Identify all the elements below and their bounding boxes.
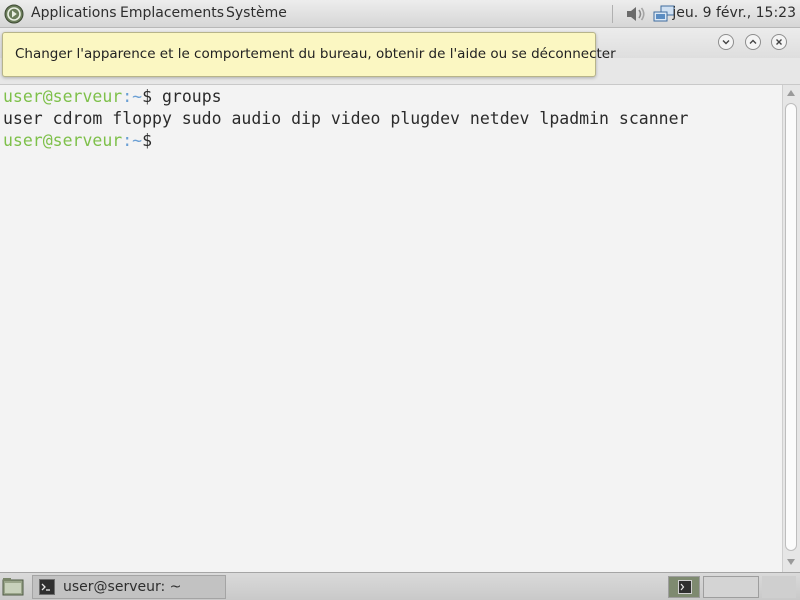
chevron-up-icon: [749, 39, 757, 44]
terminal-output[interactable]: user@serveur:~$ groups user cdrom floppy…: [0, 85, 782, 572]
taskbar-window-button[interactable]: user@serveur: ~: [32, 575, 226, 599]
trash-area: [762, 576, 796, 598]
taskbar-window-title: user@serveur: ~: [63, 579, 182, 595]
workspace-1[interactable]: [668, 576, 700, 598]
prompt-path: :~: [122, 131, 143, 150]
scroll-up-arrow-icon[interactable]: [787, 90, 795, 96]
terminal-window: user@serveur:~$ groups user cdrom floppy…: [0, 28, 800, 573]
terminal-line-3: user@serveur:~$: [3, 130, 152, 152]
show-desktop-icon[interactable]: [2, 577, 24, 597]
top-panel: Applications Emplacements Système jeu. 9…: [0, 0, 800, 28]
tooltip-text: Changer l'apparence et le comportement d…: [15, 46, 616, 62]
system-menu-tooltip: Changer l'apparence et le comportement d…: [2, 32, 616, 77]
distribution-logo-icon[interactable]: [4, 4, 24, 24]
menu-places[interactable]: Emplacements: [120, 5, 224, 21]
close-button[interactable]: [771, 34, 787, 50]
prompt-user: user@serveur: [3, 87, 123, 106]
prompt-path: :~: [122, 87, 143, 106]
terminal-line-1: user@serveur:~$ groups: [3, 86, 222, 108]
menu-applications[interactable]: Applications: [31, 5, 117, 21]
command-text: $ groups: [142, 87, 222, 106]
panel-separator: [612, 5, 613, 23]
scroll-down-arrow-icon[interactable]: [787, 559, 795, 565]
terminal-icon: [678, 580, 692, 594]
clock[interactable]: jeu. 9 févr., 15:23: [672, 5, 796, 21]
terminal-line-2: user cdrom floppy sudo audio dip video p…: [3, 109, 689, 128]
prompt-symbol: $: [142, 131, 153, 150]
vertical-scrollbar[interactable]: [782, 85, 800, 572]
terminal-icon: [39, 579, 55, 595]
minimize-button[interactable]: [718, 34, 734, 50]
workspace-2[interactable]: [703, 576, 759, 598]
scrollbar-thumb[interactable]: [785, 103, 797, 551]
maximize-button[interactable]: [745, 34, 761, 50]
prompt-user: user@serveur: [3, 131, 123, 150]
bottom-panel: user@serveur: ~: [0, 572, 800, 600]
menu-system[interactable]: Système: [226, 5, 287, 21]
speaker-volume-icon[interactable]: [624, 4, 648, 24]
chevron-down-icon: [722, 40, 730, 45]
close-icon: [776, 39, 782, 45]
